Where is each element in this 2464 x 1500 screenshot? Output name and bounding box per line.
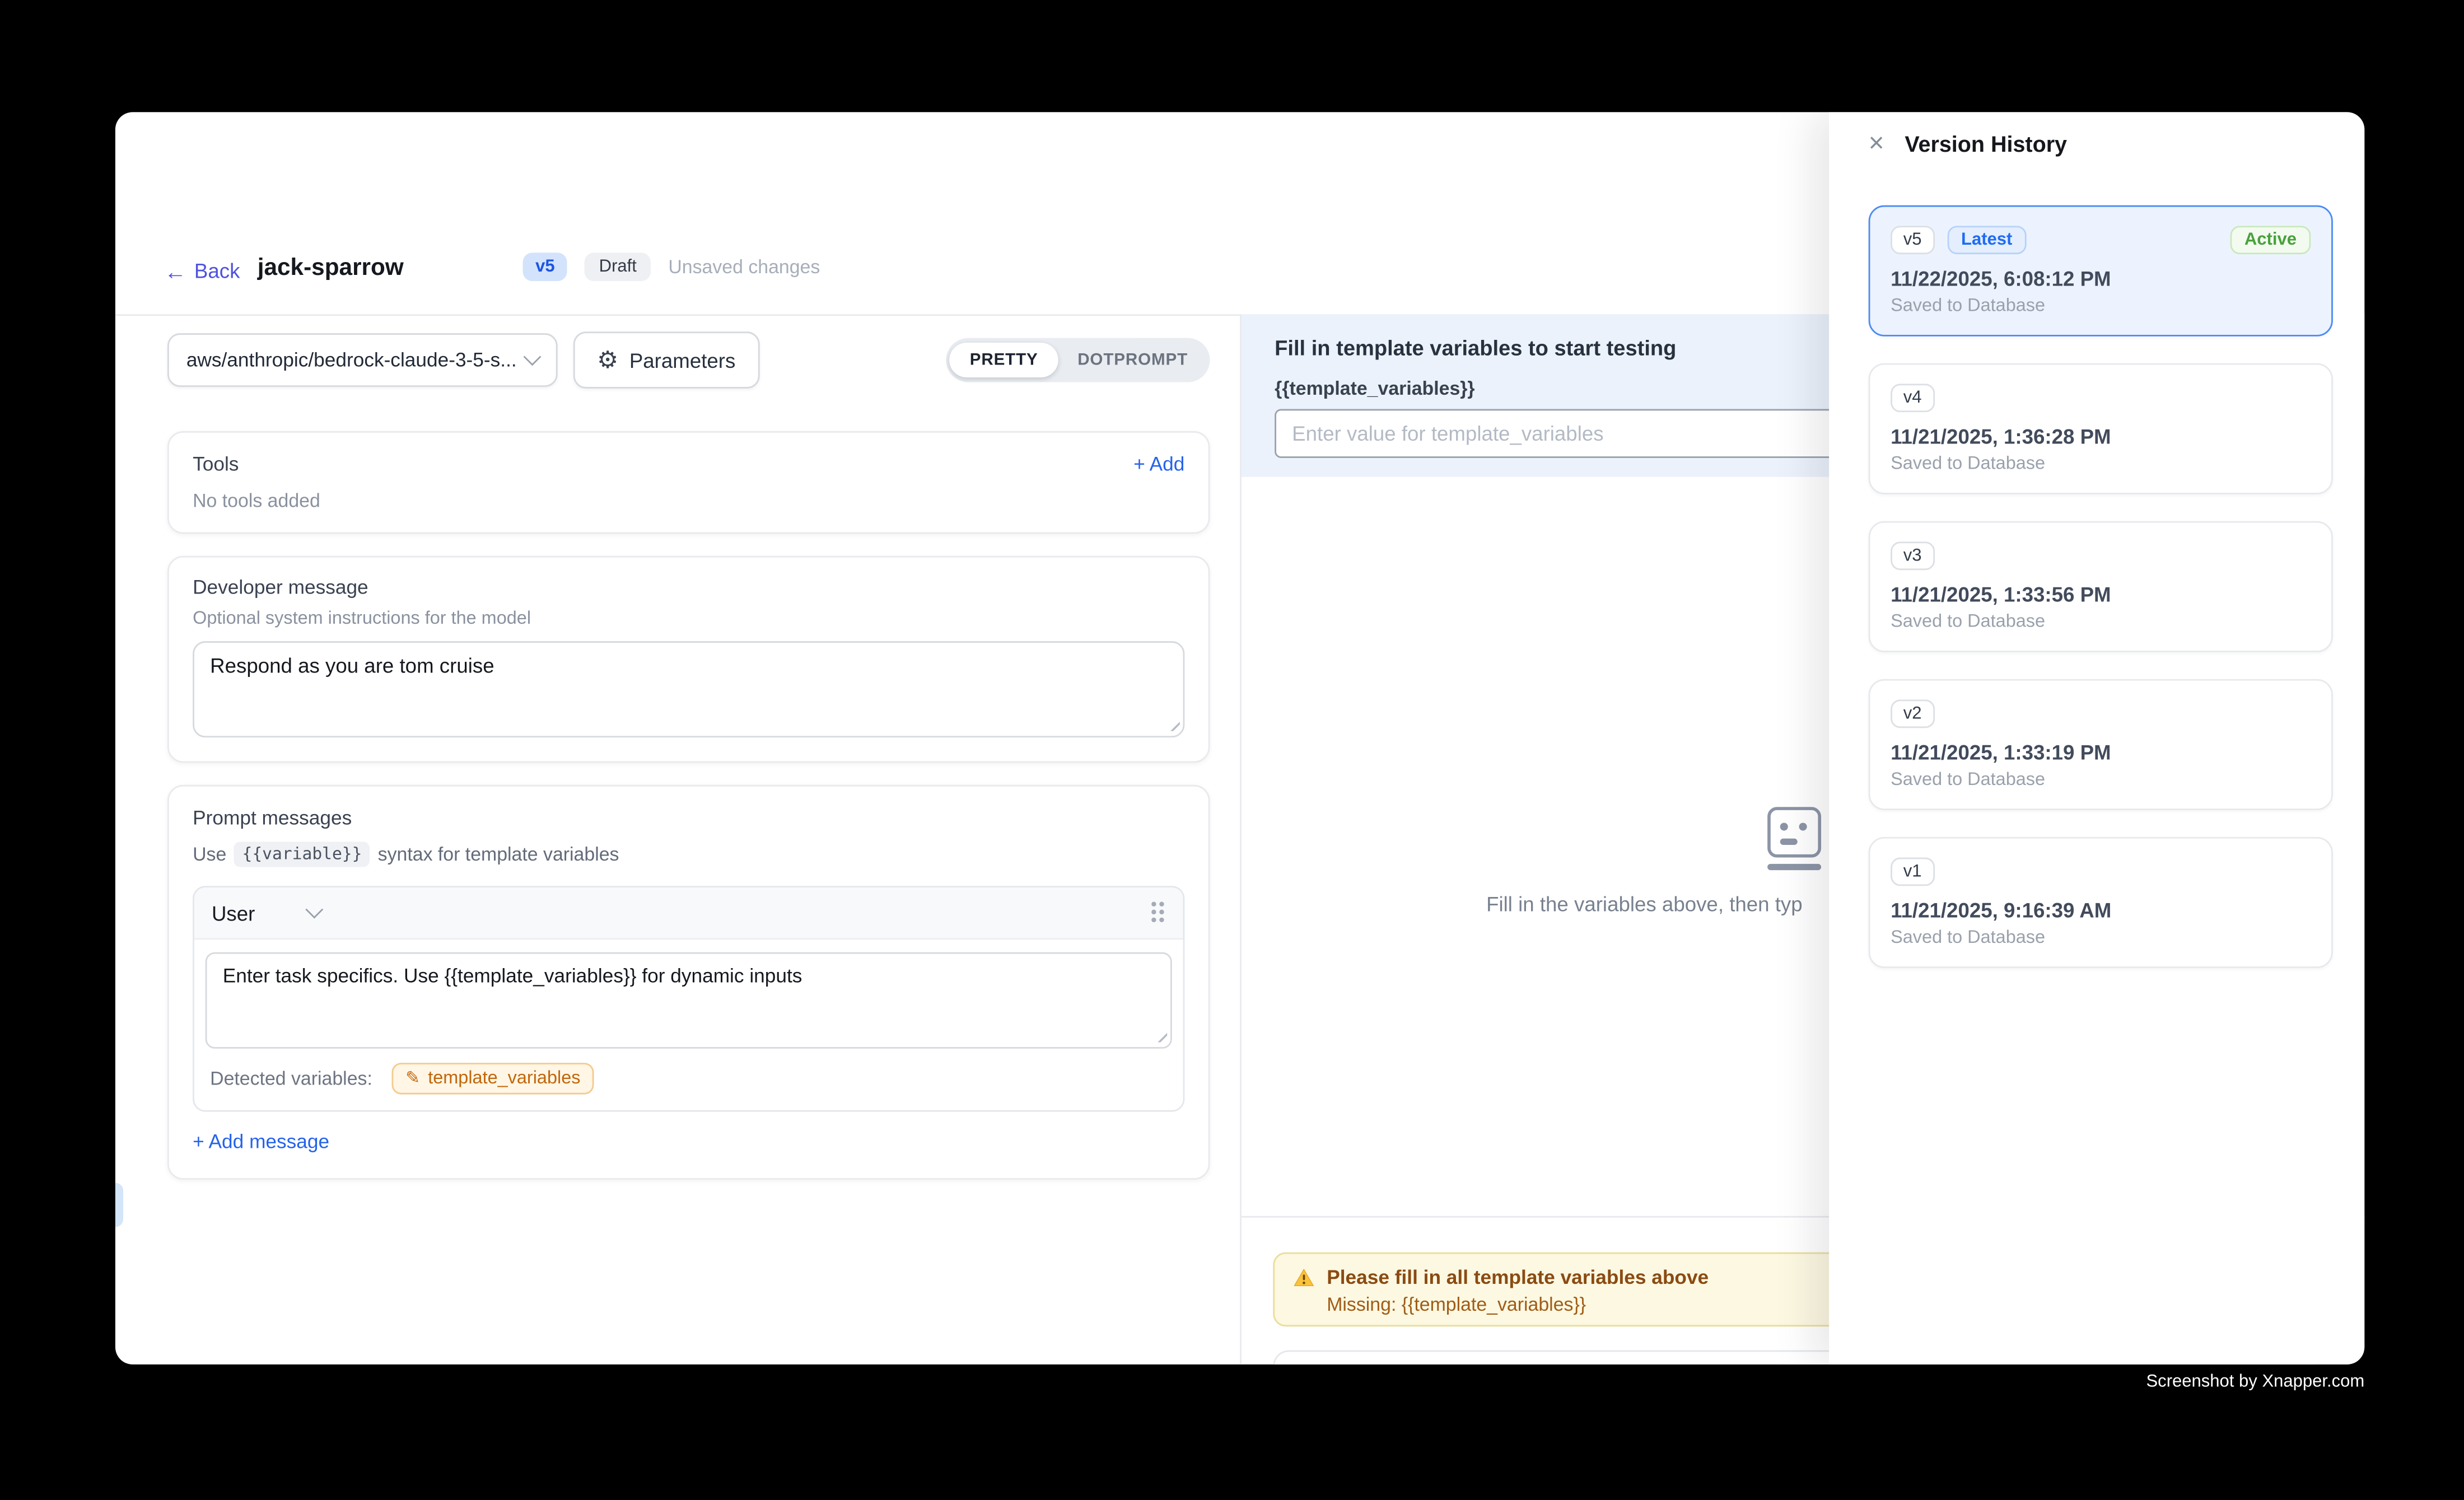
version-timestamp: 11/22/2025, 6:08:12 PM [1891,267,2311,291]
version-history-title: Version History [1905,130,2067,156]
version-card[interactable]: v2 11/21/2025, 1:33:19 PM Saved to Datab… [1869,679,2333,810]
model-select[interactable]: aws/anthropic/bedrock-claude-3-5-s... [167,333,558,387]
screenshot-stage: ← Back jack-sparrow v5 Draft Unsaved cha… [0,0,2464,1500]
tools-title: Tools [193,453,239,475]
app-window: ← Back jack-sparrow v5 Draft Unsaved cha… [115,112,2364,1365]
view-mode-toggle: PRETTY DOTPROMPT [946,338,1210,382]
version-saved-status: Saved to Database [1891,455,2311,474]
variable-syntax-chip: {{variable}} [234,842,370,867]
parameters-label: Parameters [629,348,736,372]
version-saved-status: Saved to Database [1891,613,2311,632]
add-tool-button[interactable]: + Add [1133,453,1184,475]
chevron-down-icon[interactable] [306,901,324,919]
edge-drawer-handle[interactable] [115,1183,123,1227]
header-badges: v5 Draft Unsaved changes [523,253,820,281]
version-card[interactable]: v1 11/21/2025, 9:16:39 AM Saved to Datab… [1869,837,2333,968]
unsaved-changes-label: Unsaved changes [668,256,820,278]
empty-state-text: Fill in the variables above, then typ [1486,892,1803,916]
version-timestamp: 11/21/2025, 9:16:39 AM [1891,899,2311,922]
drag-handle-icon[interactable] [1151,902,1165,924]
active-badge: Active [2230,226,2311,254]
watermark: Screenshot by Xnapper.com [2146,1372,2364,1391]
robot-face-icon [1767,807,1821,870]
version-number-badge: v5 [1891,226,1934,254]
template-variable-chip[interactable]: ✎ template_variables [391,1063,595,1094]
editor-toolbar: aws/anthropic/bedrock-claude-3-5-s... ⚙ … [167,333,1210,387]
version-saved-status: Saved to Database [1891,770,2311,789]
template-variable-name: template_variables [428,1069,580,1088]
pencil-icon: ✎ [405,1070,420,1087]
version-saved-status: Saved to Database [1891,297,2311,316]
version-card[interactable]: v3 11/21/2025, 1:33:56 PM Saved to Datab… [1869,521,2333,652]
tab-dotprompt[interactable]: DOTPROMPT [1058,343,1207,377]
syntax-prefix: Use [193,843,226,865]
version-card[interactable]: v4 11/21/2025, 1:36:28 PM Saved to Datab… [1869,363,2333,494]
version-saved-status: Saved to Database [1891,928,2311,947]
draft-badge: Draft [585,253,651,281]
version-number-badge: v2 [1891,699,1934,728]
close-icon[interactable]: × [1869,129,1884,156]
tools-empty-text: No tools added [193,489,1184,511]
chevron-down-icon [524,348,542,366]
version-number-badge: v1 [1891,858,1934,886]
gear-icon: ⚙ [597,348,618,372]
version-timestamp: 11/21/2025, 1:33:19 PM [1891,741,2311,764]
warning-title: Please fill in all template variables ab… [1327,1267,1709,1288]
message-block: User Enter task specifics. Use {{templat… [193,886,1184,1111]
developer-message-card: Developer message Optional system instru… [167,556,1210,763]
latest-badge: Latest [1947,226,2027,254]
version-card[interactable]: v5 Latest Active 11/22/2025, 6:08:12 PM … [1869,205,2333,337]
back-label: Back [194,259,240,283]
tab-pretty[interactable]: PRETTY [949,343,1058,377]
version-timestamp: 11/21/2025, 1:36:28 PM [1891,425,2311,448]
model-select-value: aws/anthropic/bedrock-claude-3-5-s... [186,349,526,371]
message-role-header: User [194,887,1183,940]
developer-message-input[interactable]: Respond as you are tom cruise [193,641,1184,737]
warning-triangle-icon [1294,1268,1314,1287]
prompt-message-input[interactable]: Enter task specifics. Use {{template_var… [206,952,1172,1049]
version-number-badge: v3 [1891,541,1934,570]
role-select-value[interactable]: User [212,901,255,924]
detected-variables-label: Detected variables: [210,1068,372,1090]
prompt-messages-title: Prompt messages [193,807,1184,829]
prompt-messages-card: Prompt messages Use {{variable}} syntax … [167,785,1210,1180]
page-title: jack-sparrow [258,254,404,281]
editor-column: aws/anthropic/bedrock-claude-3-5-s... ⚙ … [167,333,1210,1180]
syntax-suffix: syntax for template variables [378,843,619,865]
version-number-badge: v4 [1891,384,1934,412]
back-arrow-icon: ← [164,260,186,282]
back-button[interactable]: ← Back [164,259,240,283]
version-history-panel: × Version History v5 Latest Active 11/22… [1829,112,2364,1365]
add-message-button[interactable]: + Add message [193,1130,329,1152]
parameters-button[interactable]: ⚙ Parameters [573,331,759,389]
version-badge: v5 [523,253,568,281]
version-timestamp: 11/21/2025, 1:33:56 PM [1891,583,2311,606]
detected-variables-row: Detected variables: ✎ template_variables [194,1049,1183,1110]
developer-message-subtitle: Optional system instructions for the mod… [193,610,1184,629]
developer-message-title: Developer message [193,576,1184,598]
tools-card: Tools + Add No tools added [167,431,1210,534]
syntax-hint: Use {{variable}} syntax for template var… [193,842,1184,867]
version-list: v5 Latest Active 11/22/2025, 6:08:12 PM … [1869,205,2333,995]
